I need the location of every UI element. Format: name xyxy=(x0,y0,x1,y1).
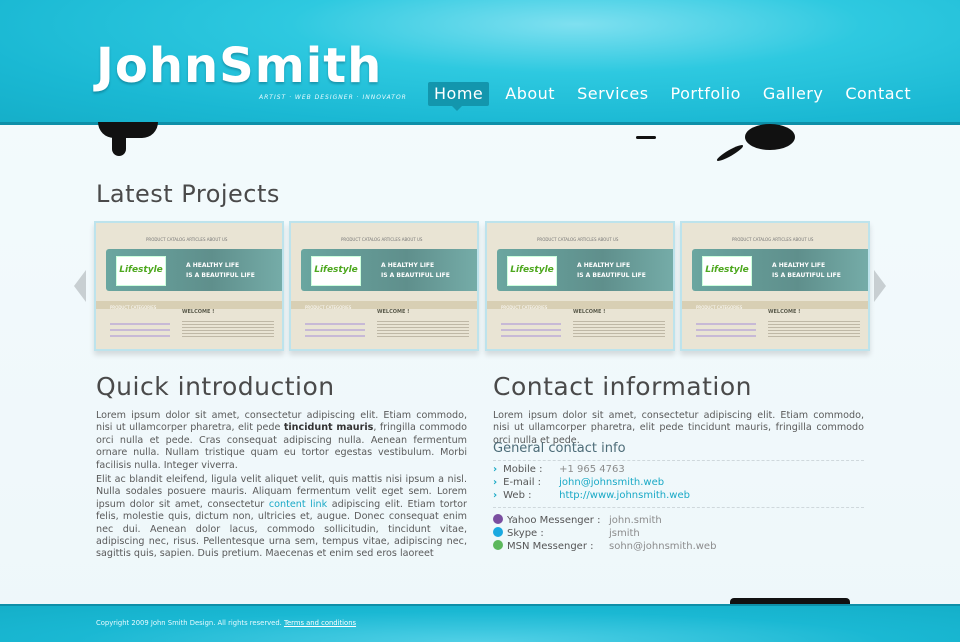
thumb-list xyxy=(305,319,365,341)
project-thumbnail[interactable]: PRODUCT CATALOG ARTICLES ABOUT US Lifest… xyxy=(289,221,479,351)
thumb-categories: PRODUCT CATEGORIES xyxy=(501,305,548,310)
carousel-prev-arrow-icon[interactable] xyxy=(74,270,86,302)
thumb-badge: Lifestyle xyxy=(116,256,166,286)
thumb-topnav: PRODUCT CATALOG ARTICLES ABOUT US xyxy=(537,237,619,242)
thumb-body xyxy=(768,319,860,337)
project-thumbnail[interactable]: PRODUCT CATALOG ARTICLES ABOUT US Lifest… xyxy=(680,221,870,351)
thumb-welcome: WELCOME ! xyxy=(377,309,410,315)
divider xyxy=(493,507,864,508)
chevron-right-icon: › xyxy=(493,490,498,501)
thumb-headline: A HEALTHY LIFE IS A BEAUTIFUL LIFE xyxy=(772,262,841,279)
project-thumbnail[interactable]: PRODUCT CATALOG ARTICLES ABOUT US Lifest… xyxy=(485,221,675,351)
ink-splatter-right xyxy=(745,124,795,150)
project-thumbnail[interactable]: PRODUCT CATALOG ARTICLES ABOUT US Lifest… xyxy=(94,221,284,351)
ink-splatter-left xyxy=(98,122,158,138)
nav-contact[interactable]: Contact xyxy=(839,82,917,106)
thumb-categories: PRODUCT CATEGORIES xyxy=(696,305,743,310)
thumb-hero: Lifestyle A HEALTHY LIFE IS A BEAUTIFUL L… xyxy=(692,249,868,291)
intro-paragraph-2: Elit ac blandit eleifend, ligula velit a… xyxy=(96,474,467,560)
general-contact-title: General contact info xyxy=(493,441,626,456)
ink-splatter-left-drop xyxy=(112,136,126,156)
content-link[interactable]: content link xyxy=(269,499,327,510)
thumb-categories: PRODUCT CATEGORIES xyxy=(305,305,352,310)
mobile-row: › Mobile : +1 965 4763 xyxy=(493,464,625,475)
nav-services[interactable]: Services xyxy=(571,82,654,106)
header: JohnSmith ARTIST · WEB DESIGNER · INNOVA… xyxy=(0,0,960,125)
msn-icon xyxy=(493,540,503,550)
email-link[interactable]: john@johnsmith.web xyxy=(559,477,664,488)
thumb-body xyxy=(573,319,665,337)
nav-gallery[interactable]: Gallery xyxy=(757,82,829,106)
thumb-list xyxy=(501,319,561,341)
web-row: › Web : http://www.johnsmith.web xyxy=(493,490,690,501)
thumb-body xyxy=(182,319,274,337)
logo[interactable]: JohnSmith xyxy=(96,38,382,94)
thumb-list xyxy=(696,319,756,341)
terms-link[interactable]: Terms and conditions xyxy=(284,619,356,627)
thumb-hero: Lifestyle A HEALTHY LIFE IS A BEAUTIFUL L… xyxy=(301,249,477,291)
thumb-welcome: WELCOME ! xyxy=(573,309,606,315)
intro-paragraph-1: Lorem ipsum dolor sit amet, consectetur … xyxy=(96,410,467,471)
thumb-list xyxy=(110,319,170,341)
chevron-right-icon: › xyxy=(493,477,498,488)
nav-home[interactable]: Home xyxy=(428,82,490,111)
copyright: Copyright 2009 John Smith Design. All ri… xyxy=(96,619,282,627)
thumb-welcome: WELCOME ! xyxy=(182,309,215,315)
thumb-topnav: PRODUCT CATALOG ARTICLES ABOUT US xyxy=(146,237,228,242)
footer-text: Copyright 2009 John Smith Design. All ri… xyxy=(96,619,356,627)
divider xyxy=(493,460,864,461)
skype-row: Skype : jsmith xyxy=(493,527,640,540)
thumb-hero: Lifestyle A HEALTHY LIFE IS A BEAUTIFUL L… xyxy=(106,249,282,291)
thumb-welcome: WELCOME ! xyxy=(768,309,801,315)
thumb-headline: A HEALTHY LIFE IS A BEAUTIFUL LIFE xyxy=(186,262,255,279)
skype-icon xyxy=(493,527,503,537)
projects-title: Latest Projects xyxy=(96,180,280,208)
web-link[interactable]: http://www.johnsmith.web xyxy=(559,490,690,501)
chevron-right-icon: › xyxy=(493,464,498,475)
thumb-badge: Lifestyle xyxy=(507,256,557,286)
thumb-headline: A HEALTHY LIFE IS A BEAUTIFUL LIFE xyxy=(577,262,646,279)
nav-portfolio[interactable]: Portfolio xyxy=(665,82,747,106)
thumb-categories: PRODUCT CATEGORIES xyxy=(110,305,157,310)
carousel-next-arrow-icon[interactable] xyxy=(874,270,886,302)
yahoo-row: Yahoo Messenger : john.smith xyxy=(493,514,662,527)
thumb-hero: Lifestyle A HEALTHY LIFE IS A BEAUTIFUL L… xyxy=(497,249,673,291)
thumb-badge: Lifestyle xyxy=(311,256,361,286)
intro-bold-text: tincidunt mauris xyxy=(283,422,374,434)
email-row: › E-mail : john@johnsmith.web xyxy=(493,477,665,488)
thumb-headline: A HEALTHY LIFE IS A BEAUTIFUL LIFE xyxy=(381,262,450,279)
main-nav: Home About Services Portfolio Gallery Co… xyxy=(428,82,927,111)
intro-title: Quick introduction xyxy=(96,372,335,401)
yahoo-icon xyxy=(493,514,503,524)
tagline: ARTIST · WEB DESIGNER · INNOVATOR xyxy=(259,94,407,101)
ink-splatter-right-streak xyxy=(715,142,745,164)
contact-title: Contact information xyxy=(493,372,752,401)
nav-about[interactable]: About xyxy=(499,82,561,106)
thumb-topnav: PRODUCT CATALOG ARTICLES ABOUT US xyxy=(341,237,423,242)
thumb-badge: Lifestyle xyxy=(702,256,752,286)
thumb-body xyxy=(377,319,469,337)
thumb-topnav: PRODUCT CATALOG ARTICLES ABOUT US xyxy=(732,237,814,242)
ink-splatter-dash xyxy=(636,136,656,139)
msn-row: MSN Messenger : sohn@johnsmith.web xyxy=(493,540,716,553)
footer: Copyright 2009 John Smith Design. All ri… xyxy=(0,604,960,642)
